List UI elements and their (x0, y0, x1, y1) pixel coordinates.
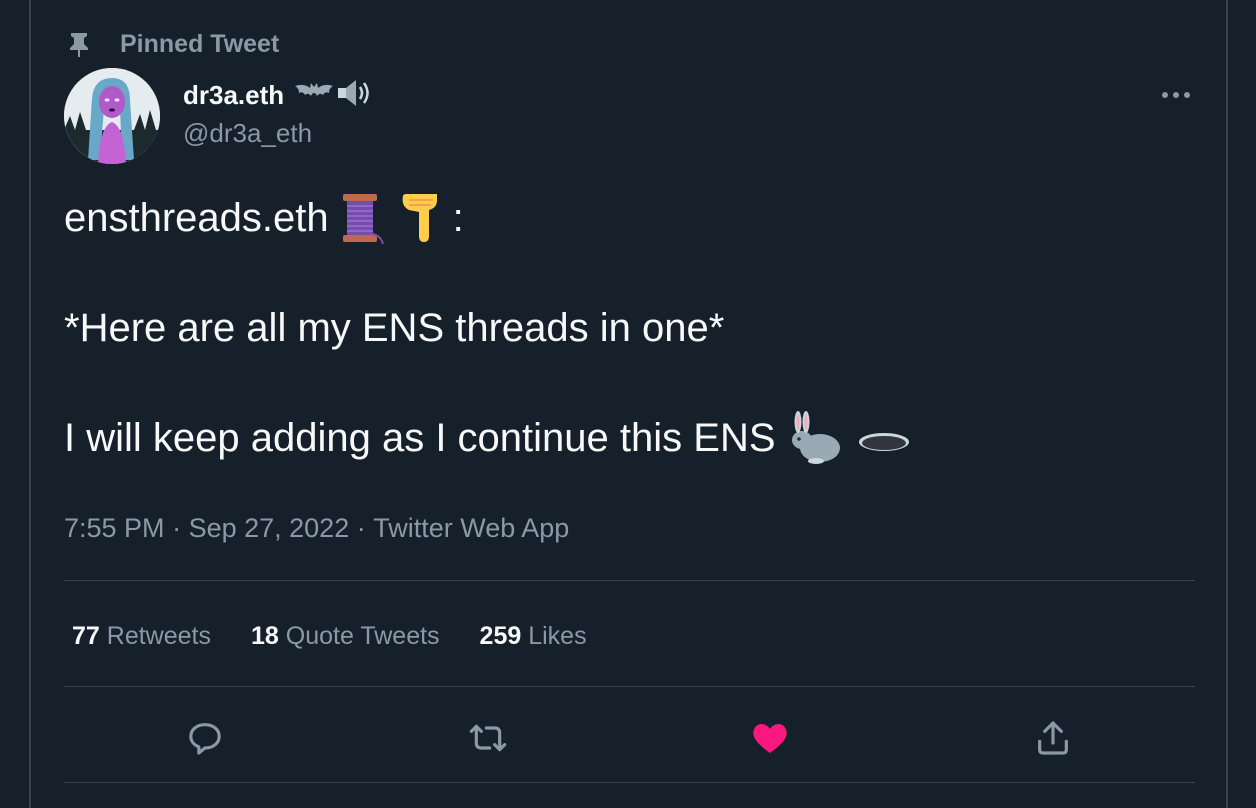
display-name-row[interactable]: dr3a.eth (183, 77, 372, 113)
likes-count: 259 (479, 621, 522, 650)
thread-spool-emoji (339, 190, 387, 246)
meta-separator-1: · (164, 512, 189, 543)
bat-emoji (294, 81, 334, 110)
more-options-button[interactable] (1156, 78, 1196, 112)
quote-tweets-stat[interactable]: 18 Quote Tweets (251, 622, 440, 651)
tweet-line-3-text: I will keep adding as I continue this EN… (64, 416, 776, 460)
retweets-stat[interactable]: 77 Retweets (72, 622, 211, 651)
tweet-line-1: ensthreads.eth : (64, 190, 1184, 246)
likes-label: Likes (528, 621, 587, 650)
column-border-right (1226, 0, 1228, 808)
divider-middle (64, 686, 1195, 687)
tweet-line-1-suffix: : (452, 196, 464, 240)
divider-top (64, 580, 1195, 581)
column-border-left (29, 0, 31, 808)
avatar[interactable] (64, 68, 160, 164)
tweet-timestamp: 7:55 PM · Sep 27, 2022 · Twitter Web App (64, 510, 569, 546)
retweets-label: Retweets (106, 621, 211, 650)
like-button[interactable] (742, 710, 798, 766)
display-name[interactable]: dr3a.eth (183, 80, 284, 111)
tweet-text: ensthreads.eth : *Here are all my ENS th… (64, 190, 1184, 466)
pinned-label: Pinned Tweet (120, 29, 280, 58)
reply-icon (189, 723, 221, 755)
tweet-time[interactable]: 7:55 PM (64, 513, 165, 544)
quotes-count: 18 (250, 621, 279, 650)
tweet-line-1-text: ensthreads.eth (64, 196, 329, 240)
share-button[interactable] (1025, 710, 1081, 766)
divider-bottom (64, 782, 1195, 783)
pin-icon (64, 29, 94, 59)
tweet-source[interactable]: Twitter Web App (373, 513, 569, 544)
quotes-label: Quote Tweets (285, 621, 440, 650)
name-emojis (294, 78, 372, 113)
user-handle[interactable]: @dr3a_eth (183, 118, 312, 149)
tweet-detail-view: Pinned Tweet dr3a.eth @dr3a_eth ensthrea… (0, 0, 1256, 808)
pointing-down-emoji (397, 190, 445, 246)
pinned-indicator: Pinned Tweet (64, 28, 279, 60)
likes-stat[interactable]: 259 Likes (480, 622, 587, 651)
tweet-line-2-text: *Here are all my ENS threads in one* (64, 306, 725, 350)
tweet-actions (64, 710, 1195, 766)
tweet-date[interactable]: Sep 27, 2022 (189, 513, 350, 544)
like-icon (753, 724, 787, 753)
rabbit-emoji (786, 410, 846, 466)
more-icon (1162, 92, 1190, 98)
speaker-emoji (336, 78, 372, 113)
retweet-icon (469, 724, 507, 752)
tweet-line-3: I will keep adding as I continue this EN… (64, 410, 1184, 466)
reply-button[interactable] (177, 710, 233, 766)
retweets-count: 77 (72, 621, 100, 650)
share-icon (1038, 721, 1068, 755)
tweet-line-2: *Here are all my ENS threads in one* (64, 300, 1184, 356)
hole-emoji (856, 410, 912, 466)
retweet-button[interactable] (460, 710, 516, 766)
meta-separator-2: · (349, 512, 374, 543)
engagement-stats: 77 Retweets 18 Quote Tweets 259 Likes (72, 617, 627, 655)
